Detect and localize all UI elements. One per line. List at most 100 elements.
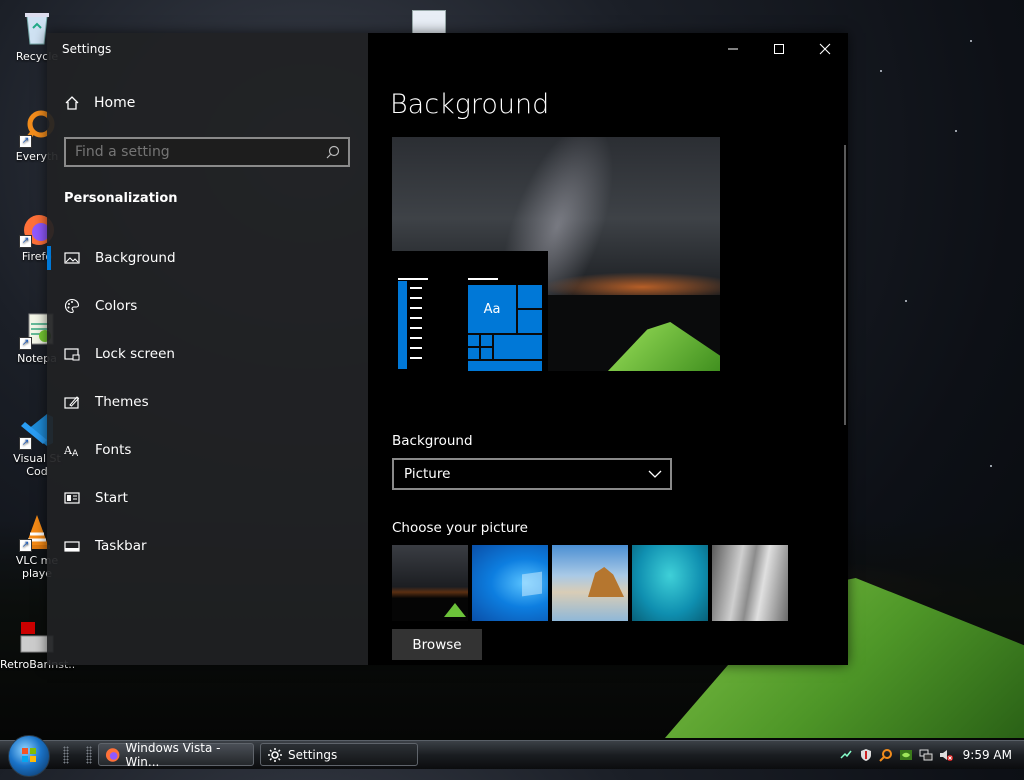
shortcut-arrow-icon: ↗	[19, 539, 32, 552]
mockup-line	[468, 278, 498, 280]
sidebar-item-label: Taskbar	[95, 538, 147, 554]
search-box[interactable]	[64, 137, 350, 167]
thumbnail-cliff[interactable]	[712, 545, 788, 621]
tray-network-activity-icon[interactable]	[839, 748, 853, 762]
lock-screen-icon	[64, 348, 80, 361]
system-tray: 9:59 AM	[833, 741, 1024, 769]
mockup-tiles: Aa	[468, 285, 542, 371]
star	[990, 465, 992, 467]
taskbar-button-settings[interactable]: Settings	[260, 743, 418, 766]
mockup-tile	[481, 335, 492, 346]
sidebar-item-home[interactable]: Home	[64, 95, 135, 111]
sidebar-item-themes[interactable]: Themes	[47, 382, 368, 422]
tray-network-icon[interactable]	[919, 748, 933, 762]
sidebar-item-taskbar[interactable]: Taskbar	[47, 526, 368, 566]
thumbnail-night-tent[interactable]	[392, 545, 468, 621]
start-button[interactable]	[8, 735, 50, 777]
background-type-dropdown[interactable]: Picture	[392, 458, 672, 490]
content-scrollbar[interactable]	[844, 145, 846, 425]
maximize-button[interactable]	[756, 33, 802, 65]
sidebar-item-label: Colors	[95, 298, 138, 314]
search-input[interactable]	[66, 143, 326, 161]
search-icon[interactable]	[326, 145, 340, 159]
settings-content: Background Aa Background Picture Choose …	[368, 33, 848, 665]
taskbar-button-firefox[interactable]: Windows Vista - Win...	[98, 741, 254, 769]
window-title: Settings	[62, 42, 112, 56]
sidebar-item-colors[interactable]: Colors	[47, 286, 368, 326]
settings-window: Settings Home Personalization Background…	[47, 33, 848, 665]
background-field-label: Background	[392, 433, 473, 449]
tray-nvidia-icon[interactable]	[899, 748, 913, 762]
choose-picture-label: Choose your picture	[392, 520, 528, 536]
thumbnail-underwater[interactable]	[632, 545, 708, 621]
tray-security-shield-icon[interactable]	[859, 748, 873, 762]
mockup-tile	[468, 361, 542, 371]
shortcut-arrow-icon: ↗	[19, 235, 32, 248]
home-label: Home	[94, 95, 136, 111]
thumbnail-tent-shape	[444, 603, 466, 617]
themes-icon	[64, 396, 80, 409]
picture-icon	[64, 252, 80, 264]
sidebar-item-fonts[interactable]: AA Fonts	[47, 430, 368, 470]
sidebar-item-label: Fonts	[95, 442, 132, 458]
sidebar-item-lock-screen[interactable]: Lock screen	[47, 334, 368, 374]
picture-thumbnails	[392, 545, 788, 621]
tray-search-icon[interactable]	[878, 748, 893, 762]
star	[905, 300, 907, 302]
taskbar-grip[interactable]	[86, 746, 92, 764]
thumbnail-beach-rocks[interactable]	[552, 545, 628, 621]
tray-volume-muted-icon[interactable]	[939, 748, 953, 762]
background-preview: Aa	[392, 137, 720, 371]
svg-text:A: A	[72, 449, 79, 458]
browse-button[interactable]: Browse	[392, 629, 482, 660]
start-menu-mockup: Aa	[392, 251, 548, 371]
minimize-button[interactable]	[710, 33, 756, 65]
dropdown-value: Picture	[404, 466, 451, 482]
star	[955, 130, 957, 132]
mockup-accent-bar	[398, 281, 407, 369]
chevron-down-icon	[648, 470, 662, 478]
thumbnail-window-glow	[522, 571, 542, 597]
taskbar: Windows Vista - Win... Settings 9:59 AM	[0, 735, 1024, 777]
mockup-line	[410, 297, 422, 299]
close-icon	[819, 43, 831, 55]
start-icon	[64, 492, 80, 504]
mockup-tile	[494, 335, 542, 359]
sidebar-item-start[interactable]: Start	[47, 478, 368, 518]
mockup-tile	[468, 348, 479, 359]
sidebar-item-label: Lock screen	[95, 346, 175, 362]
shortcut-arrow-icon: ↗	[19, 437, 32, 450]
gear-icon	[268, 747, 282, 762]
shortcut-arrow-icon: ↗	[19, 135, 32, 148]
minimize-icon	[728, 48, 738, 50]
palette-icon	[64, 298, 80, 314]
mockup-tile	[468, 335, 479, 346]
sidebar-item-label: Start	[95, 490, 128, 506]
close-button[interactable]	[802, 33, 848, 65]
mockup-line	[410, 317, 422, 319]
windows-logo-icon	[22, 748, 36, 762]
mockup-line	[410, 307, 422, 309]
mockup-tile-aa: Aa	[468, 285, 516, 333]
firefox-icon	[105, 747, 120, 762]
maximize-icon	[774, 44, 784, 54]
settings-sidebar: Settings Home Personalization Background…	[47, 33, 368, 665]
taskbar-grip[interactable]	[63, 746, 69, 764]
fonts-icon: AA	[64, 444, 79, 458]
sidebar-item-background[interactable]: Background	[47, 238, 368, 278]
home-icon	[65, 96, 79, 110]
section-title: Personalization	[64, 191, 178, 206]
mockup-line	[410, 347, 422, 349]
mockup-tile	[481, 348, 492, 359]
mockup-line	[410, 327, 422, 329]
sidebar-item-label: Themes	[95, 394, 149, 410]
star	[970, 40, 972, 42]
sidebar-item-label: Background	[95, 250, 176, 266]
taskbar-clock[interactable]: 9:59 AM	[963, 748, 1012, 762]
taskbar-button-label: Settings	[288, 747, 338, 762]
mockup-line	[398, 278, 428, 280]
mockup-line	[410, 337, 422, 339]
mockup-tile	[518, 310, 542, 333]
thumbnail-windows-blue[interactable]	[472, 545, 548, 621]
mockup-line	[410, 287, 422, 289]
